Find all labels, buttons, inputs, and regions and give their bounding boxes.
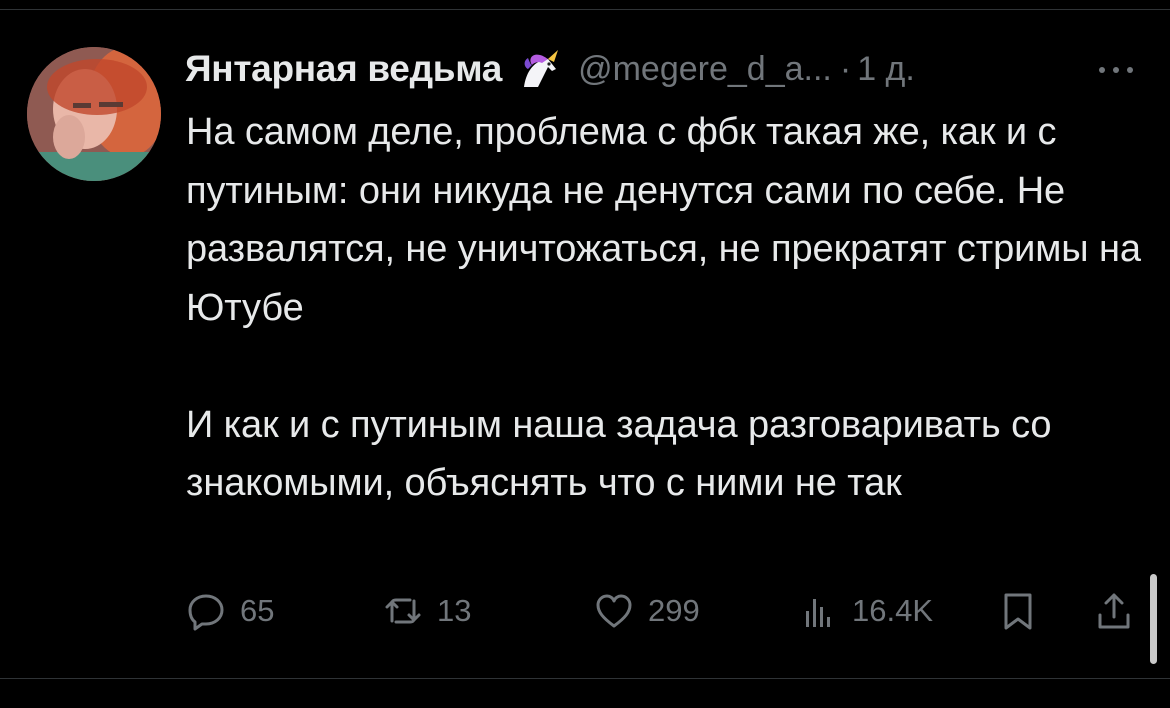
avatar[interactable]: [27, 47, 161, 181]
unicorn-emoji-icon: [518, 49, 562, 89]
separator-dot: ·: [839, 49, 852, 88]
bookmark-button[interactable]: [998, 586, 1038, 636]
retweet-button[interactable]: 13: [383, 586, 471, 636]
share-icon: [1094, 591, 1134, 631]
handle[interactable]: @megere_d_a...: [578, 50, 832, 89]
top-divider: [0, 9, 1170, 10]
tweet-header: Янтарная ведьма @megere_d_a... · 1 д.: [185, 44, 915, 94]
timestamp[interactable]: 1 д.: [857, 50, 915, 89]
views-count: 16.4K: [852, 593, 934, 628]
retweet-count: 13: [437, 593, 472, 628]
bottom-divider: [0, 678, 1170, 679]
heart-icon: [594, 591, 634, 631]
more-options-icon[interactable]: [1097, 63, 1137, 75]
retweet-icon: [383, 591, 423, 631]
tweet-page: Янтарная ведьма @megere_d_a... · 1 д. На…: [0, 0, 1170, 708]
scrollbar[interactable]: [1150, 574, 1157, 664]
reply-count: 65: [240, 593, 275, 628]
views-icon: [798, 591, 838, 631]
display-name[interactable]: Янтарная ведьма: [185, 48, 502, 90]
views-button[interactable]: 16.4K: [798, 586, 933, 636]
bookmark-icon: [998, 591, 1038, 631]
like-button[interactable]: 299: [594, 586, 700, 636]
tweet-text: На самом деле, проблема с фбк такая же, …: [186, 111, 1141, 504]
share-button[interactable]: [1094, 586, 1134, 636]
avatar-photo: [27, 47, 161, 181]
reply-button[interactable]: 65: [186, 586, 274, 636]
reply-icon: [186, 591, 226, 631]
tweet-actions: 65 13 299 16.4K: [186, 586, 1146, 636]
like-count: 299: [648, 593, 700, 628]
